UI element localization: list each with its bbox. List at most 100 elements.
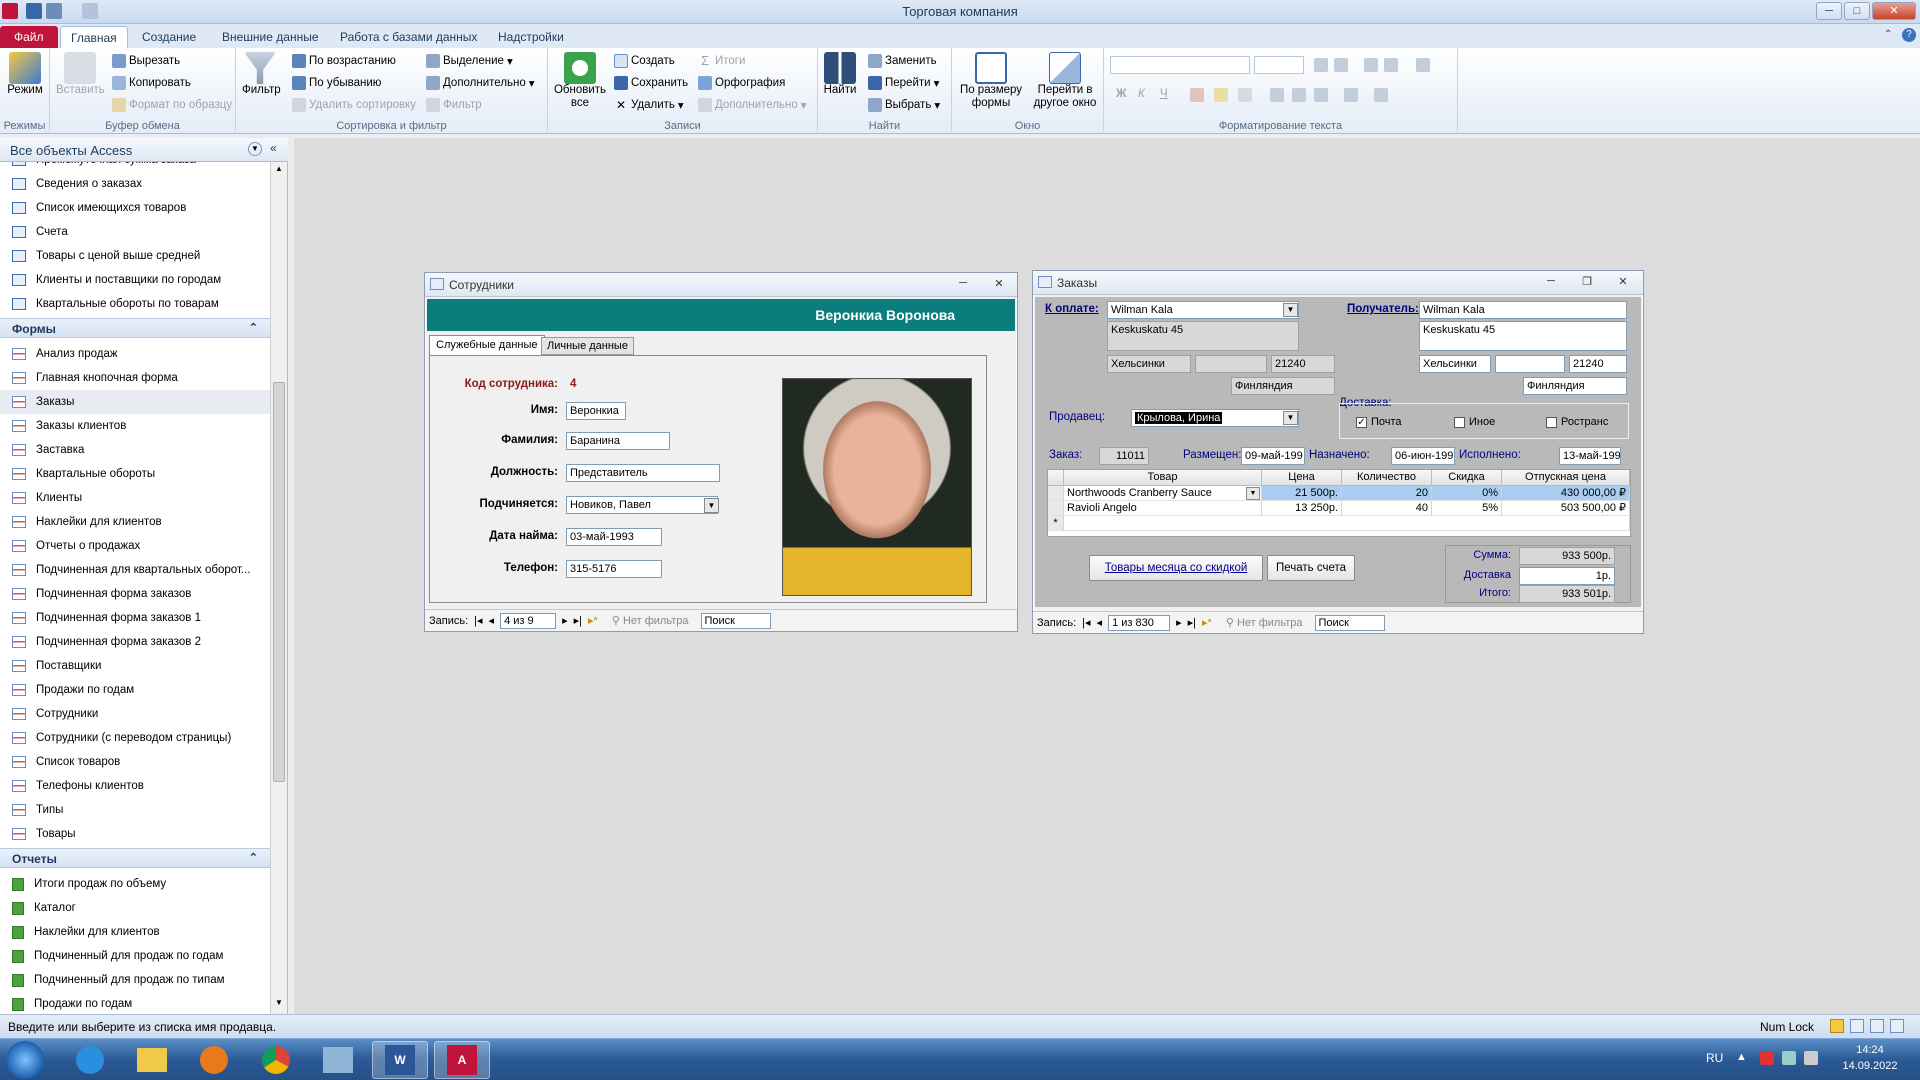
shipping-cost-field[interactable]: 1р. — [1519, 567, 1615, 585]
nav-item[interactable]: Клиенты — [12, 486, 262, 510]
col-discount[interactable]: Скидка — [1432, 470, 1502, 486]
language-indicator[interactable]: RU — [1706, 1051, 1723, 1065]
table-row-cell[interactable]: 430 000,00 ₽ — [1502, 486, 1630, 501]
nav-item[interactable]: Анализ продаж — [12, 342, 262, 366]
tab-personal-data[interactable]: Личные данные — [541, 337, 634, 355]
nav-collapse-icon[interactable]: « — [270, 141, 277, 155]
advanced-filter-button[interactable]: Дополнительно ▾ — [426, 76, 535, 90]
taskbar-chrome[interactable] — [248, 1041, 304, 1079]
ship-zip-field[interactable]: 21240 — [1569, 355, 1627, 373]
nav-item[interactable]: Сотрудники (с переводом страницы) — [12, 726, 262, 750]
nav-item[interactable]: Итоги продаж по объему — [12, 872, 262, 896]
gridlines-button[interactable] — [1344, 88, 1358, 102]
nav-scrollbar[interactable]: ▲ ▼ — [270, 162, 287, 1014]
scroll-down-icon[interactable]: ▼ — [273, 998, 285, 1012]
indent-button[interactable] — [1364, 58, 1378, 72]
filter-button[interactable]: Фильтр — [242, 52, 281, 97]
paste-button[interactable]: Вставить — [56, 52, 105, 97]
delivery-other-option[interactable]: Иное — [1454, 416, 1495, 428]
alt-row-color-button[interactable] — [1374, 88, 1388, 102]
table-row-cell[interactable]: Ravioli Angelo — [1064, 501, 1262, 516]
tray-expand-icon[interactable]: ▲ — [1736, 1051, 1747, 1063]
format-painter-button[interactable]: Формат по образцу — [112, 98, 232, 112]
delivery-other-checkbox[interactable] — [1454, 416, 1465, 428]
bill-name-combo[interactable]: Wilman Kala — [1107, 301, 1299, 319]
bullets-button[interactable] — [1314, 58, 1328, 72]
new-record-icon[interactable]: ▸* — [1202, 616, 1212, 629]
seller-dropdown-icon[interactable]: ▼ — [1283, 411, 1298, 425]
underline-button[interactable]: Ч — [1160, 88, 1168, 100]
align-left-button[interactable] — [1270, 88, 1284, 102]
scroll-thumb[interactable] — [273, 382, 285, 782]
align-center-button[interactable] — [1292, 88, 1306, 102]
new-row-marker[interactable]: * — [1048, 516, 1064, 531]
bill-address-field[interactable]: Keskuskatu 45 — [1107, 321, 1299, 351]
table-row-cell[interactable]: 13 250р. — [1262, 501, 1342, 516]
numbering-button[interactable] — [1334, 58, 1348, 72]
nav-item[interactable]: Счета — [12, 220, 262, 244]
collapse-ribbon-icon[interactable]: ⌃ — [1884, 29, 1896, 41]
prev-record-icon[interactable]: ◂ — [1097, 616, 1103, 629]
last-record-icon[interactable]: ▸| — [1188, 616, 1196, 629]
assigned-date-field[interactable]: 06-июн-199 — [1391, 447, 1455, 465]
tab-database-tools[interactable]: Работа с базами данных — [330, 26, 487, 48]
start-button-icon[interactable] — [6, 1041, 44, 1079]
tab-external-data[interactable]: Внешние данные — [212, 26, 329, 48]
no-filter-button[interactable]: ⚲ Нет фильтра — [612, 614, 689, 627]
sort-ascending-button[interactable]: По возрастанию — [292, 54, 396, 68]
position-field[interactable]: Представитель — [566, 464, 720, 482]
nav-item[interactable]: Товары с ценой выше средней — [12, 244, 262, 268]
record-position[interactable]: 1 из 830 — [1108, 614, 1171, 631]
font-name-combo[interactable] — [1110, 56, 1250, 74]
taskbar-ie[interactable] — [62, 1041, 118, 1079]
seller-combo[interactable]: Крылова, Ирина — [1131, 409, 1299, 427]
bill-city-field[interactable]: Хельсинки — [1107, 355, 1191, 373]
col-quantity[interactable]: Количество — [1342, 470, 1432, 486]
nav-item[interactable]: Заказы — [0, 390, 270, 414]
manager-combo[interactable]: Новиков, Павел — [566, 496, 718, 514]
form-restore-button[interactable]: ❐ — [1579, 275, 1595, 289]
network-icon[interactable] — [1782, 1051, 1796, 1065]
tab-file[interactable]: Файл — [0, 26, 58, 48]
datasheet-view-icon[interactable] — [1850, 1019, 1864, 1033]
done-date-field[interactable]: 13-май-199 — [1559, 447, 1621, 465]
tab-create[interactable]: Создание — [132, 26, 206, 48]
ship-city-field[interactable]: Хельсинки — [1419, 355, 1491, 373]
bill-country-field[interactable]: Финляндия — [1231, 377, 1335, 395]
ship-country-field[interactable]: Финляндия — [1523, 377, 1627, 395]
goto-button[interactable]: Перейти ▾ — [868, 76, 939, 90]
nav-item[interactable]: Клиенты и поставщики по городам — [12, 268, 262, 292]
help-icon[interactable]: ? — [1902, 28, 1916, 42]
clock-time[interactable]: 14:24 — [1840, 1044, 1900, 1056]
nav-item[interactable]: Отчеты о продажах — [12, 534, 262, 558]
sort-descending-button[interactable]: По убыванию — [292, 76, 381, 90]
find-button[interactable]: Найти — [822, 52, 858, 97]
manager-dropdown-icon[interactable]: ▼ — [704, 498, 719, 513]
font-size-combo[interactable] — [1254, 56, 1304, 74]
monthly-products-button[interactable]: Товары месяца со скидкой — [1089, 555, 1263, 581]
nav-item[interactable]: Подчиненная для квартальных оборот... — [12, 558, 262, 582]
toggle-filter-button[interactable]: Фильтр — [426, 98, 482, 112]
next-record-icon[interactable]: ▸ — [562, 614, 568, 627]
nav-item[interactable]: Промежуточная сумма заказа — [12, 162, 262, 172]
copy-button[interactable]: Копировать — [112, 76, 191, 90]
new-record-icon[interactable]: ▸* — [588, 614, 598, 627]
row-selector[interactable] — [1048, 501, 1064, 516]
volume-icon[interactable] — [1804, 1051, 1818, 1065]
outdent-button[interactable] — [1384, 58, 1398, 72]
nav-item[interactable]: Продажи по годам — [12, 992, 262, 1014]
tab-home[interactable]: Главная — [60, 26, 128, 48]
new-record-button[interactable]: Создать — [614, 54, 675, 68]
nav-item[interactable]: Телефоны клиентов — [12, 774, 262, 798]
refresh-all-button[interactable]: Обновить все — [552, 52, 608, 110]
layout-view-icon[interactable] — [1870, 1019, 1884, 1033]
action-center-icon[interactable] — [1760, 1051, 1774, 1065]
save-record-button[interactable]: Сохранить — [614, 76, 688, 90]
nav-item[interactable]: Подчиненная форма заказов 2 — [12, 630, 262, 654]
collapse-section-icon[interactable]: ⌃ — [249, 321, 258, 334]
selection-button[interactable]: Выделение ▾ — [426, 54, 513, 68]
spelling-button[interactable]: Орфография — [698, 76, 785, 90]
delivery-rostrans-option[interactable]: Ространс — [1546, 416, 1608, 428]
no-filter-button[interactable]: ⚲ Нет фильтра — [1226, 616, 1303, 629]
view-button[interactable]: Режим — [4, 52, 46, 97]
